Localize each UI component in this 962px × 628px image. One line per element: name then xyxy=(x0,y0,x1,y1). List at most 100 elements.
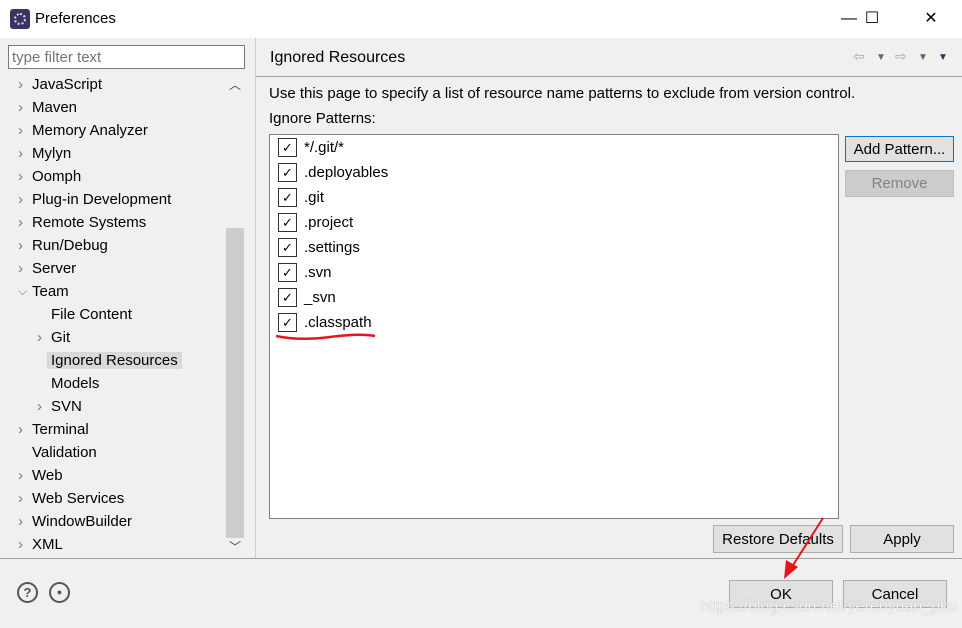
red-arrowhead xyxy=(784,560,798,579)
chevron-right-icon[interactable]: › xyxy=(18,533,23,556)
pattern-label: .svn xyxy=(304,264,332,281)
tree-item-label: Validation xyxy=(32,444,97,461)
tree-item-label: Oomph xyxy=(32,168,82,185)
view-menu-icon[interactable]: ▼ xyxy=(938,52,948,63)
tree-item[interactable]: › Web xyxy=(18,464,63,487)
tree-item[interactable]: Ignored Resources xyxy=(47,349,182,372)
chevron-right-icon[interactable]: › xyxy=(18,464,23,487)
tree-item[interactable]: › WindowBuilder xyxy=(18,510,133,533)
tree-item[interactable]: › XML xyxy=(18,533,63,556)
help-icon[interactable]: ? xyxy=(17,582,38,603)
add-pattern-button[interactable]: Add Pattern... xyxy=(845,136,954,162)
chevron-right-icon[interactable]: › xyxy=(18,142,23,165)
import-export-icon[interactable]: ● xyxy=(49,582,70,603)
scroll-down-icon[interactable]: ﹀ xyxy=(229,538,241,555)
tree-item[interactable]: › Terminal xyxy=(18,418,89,441)
eclipse-icon xyxy=(10,9,30,29)
pattern-label: .settings xyxy=(304,239,360,256)
chevron-right-icon[interactable]: › xyxy=(18,73,23,96)
tree-item-label: Memory Analyzer xyxy=(32,122,148,139)
tree-item[interactable]: › SVN xyxy=(37,395,82,418)
page-title: Ignored Resources xyxy=(270,49,406,66)
pattern-label: _svn xyxy=(304,289,336,306)
chevron-right-icon[interactable]: › xyxy=(18,96,23,119)
chevron-right-icon[interactable]: › xyxy=(18,234,23,257)
chevron-right-icon[interactable]: › xyxy=(18,119,23,142)
tree-item-label: XML xyxy=(32,536,63,553)
pattern-checkbox[interactable]: ✓ xyxy=(278,138,297,157)
pattern-checkbox[interactable]: ✓ xyxy=(278,188,297,207)
tree-item[interactable]: › JavaScript xyxy=(18,73,103,96)
tree-item-label: Web Services xyxy=(32,490,125,507)
forward-menu-icon[interactable]: ▼ xyxy=(918,52,928,63)
tree-item[interactable]: File Content xyxy=(51,303,132,326)
tree-item-label: Server xyxy=(32,260,77,277)
footer-separator xyxy=(0,558,962,559)
tree-item-label: File Content xyxy=(51,306,132,323)
tree-item[interactable]: › Server xyxy=(18,257,77,280)
pattern-checkbox[interactable]: ✓ xyxy=(278,238,297,257)
tree-item-label: WindowBuilder xyxy=(32,513,133,530)
chevron-right-icon[interactable]: › xyxy=(18,257,23,280)
pattern-checkbox[interactable]: ✓ xyxy=(278,263,297,282)
pattern-checkbox[interactable]: ✓ xyxy=(278,288,297,307)
window-title: Preferences xyxy=(35,10,116,27)
pattern-label: .project xyxy=(304,214,354,231)
patterns-list[interactable]: ✓ */.git/* ✓ .deployables ✓ .git ✓ .project ✓ .se… xyxy=(269,134,839,519)
close-button[interactable]: ✕ xyxy=(908,0,954,38)
tree-item-label: Models xyxy=(51,375,100,392)
tree-item[interactable]: › Memory Analyzer xyxy=(18,119,148,142)
page-description: Use this page to specify a list of resou… xyxy=(269,85,856,102)
tree-item-label: Mylyn xyxy=(32,145,72,162)
tree-item[interactable]: › Remote Systems xyxy=(18,211,146,234)
tree-item[interactable]: Validation xyxy=(32,441,97,464)
title-bar xyxy=(0,0,962,38)
watermark: https://blog.csdn.net/yerenyuan_pku xyxy=(700,598,958,615)
tree-item[interactable]: › Plug-in Development xyxy=(18,188,172,211)
tree-item[interactable]: › Oomph xyxy=(18,165,82,188)
pattern-label: .deployables xyxy=(304,164,389,181)
pattern-checkbox[interactable]: ✓ xyxy=(278,163,297,182)
tree-item[interactable]: › Git xyxy=(37,326,70,349)
patterns-label: Ignore Patterns: xyxy=(269,110,376,127)
tree-item[interactable]: › Web Services xyxy=(18,487,125,510)
tree-item-label: Terminal xyxy=(32,421,89,438)
remove-button[interactable]: Remove xyxy=(845,170,954,197)
tree-item-label: SVN xyxy=(51,398,82,415)
chevron-right-icon[interactable]: › xyxy=(18,211,23,234)
apply-button[interactable]: Apply xyxy=(850,525,954,553)
tree-item-label: Plug-in Development xyxy=(32,191,172,208)
chevron-right-icon[interactable]: › xyxy=(18,510,23,533)
tree-item[interactable]: › Maven xyxy=(18,96,78,119)
chevron-right-icon[interactable]: › xyxy=(18,487,23,510)
tree-item-label: Web xyxy=(32,467,63,484)
tree-item-label: Maven xyxy=(32,99,78,116)
tree-item-label: Team xyxy=(32,283,69,300)
tree-item[interactable]: › Run/Debug xyxy=(18,234,108,257)
pane-divider[interactable] xyxy=(255,38,256,558)
chevron-right-icon[interactable]: › xyxy=(18,418,23,441)
forward-arrow-icon[interactable]: ⇨ xyxy=(895,48,907,65)
back-arrow-icon[interactable]: ⇦ xyxy=(853,48,865,65)
tree-item-label: Ignored Resources xyxy=(47,352,182,369)
scroll-up-icon[interactable]: ︿ xyxy=(229,76,241,93)
pattern-label: .classpath xyxy=(304,314,372,331)
pattern-checkbox[interactable]: ✓ xyxy=(278,213,297,232)
scrollbar-thumb[interactable] xyxy=(226,228,244,538)
chevron-right-icon[interactable]: › xyxy=(18,188,23,211)
filter-input[interactable] xyxy=(8,45,245,69)
pattern-label: */.git/* xyxy=(304,139,345,156)
tree-item[interactable]: ⌵ Team xyxy=(18,280,69,303)
tree-item[interactable]: › Mylyn xyxy=(18,142,72,165)
chevron-right-icon[interactable]: › xyxy=(37,326,42,349)
chevron-down-icon[interactable]: ⌵ xyxy=(18,280,27,303)
restore-defaults-button[interactable]: Restore Defaults xyxy=(713,525,843,553)
back-menu-icon[interactable]: ▼ xyxy=(876,52,886,63)
chevron-right-icon[interactable]: › xyxy=(37,395,42,418)
chevron-right-icon[interactable]: › xyxy=(18,165,23,188)
pattern-label: .git xyxy=(304,189,325,206)
tree-item-label: JavaScript xyxy=(32,76,103,93)
maximize-button[interactable]: ☐ xyxy=(849,0,895,38)
tree-item[interactable]: Models xyxy=(51,372,99,395)
pattern-checkbox[interactable]: ✓ xyxy=(278,313,297,332)
